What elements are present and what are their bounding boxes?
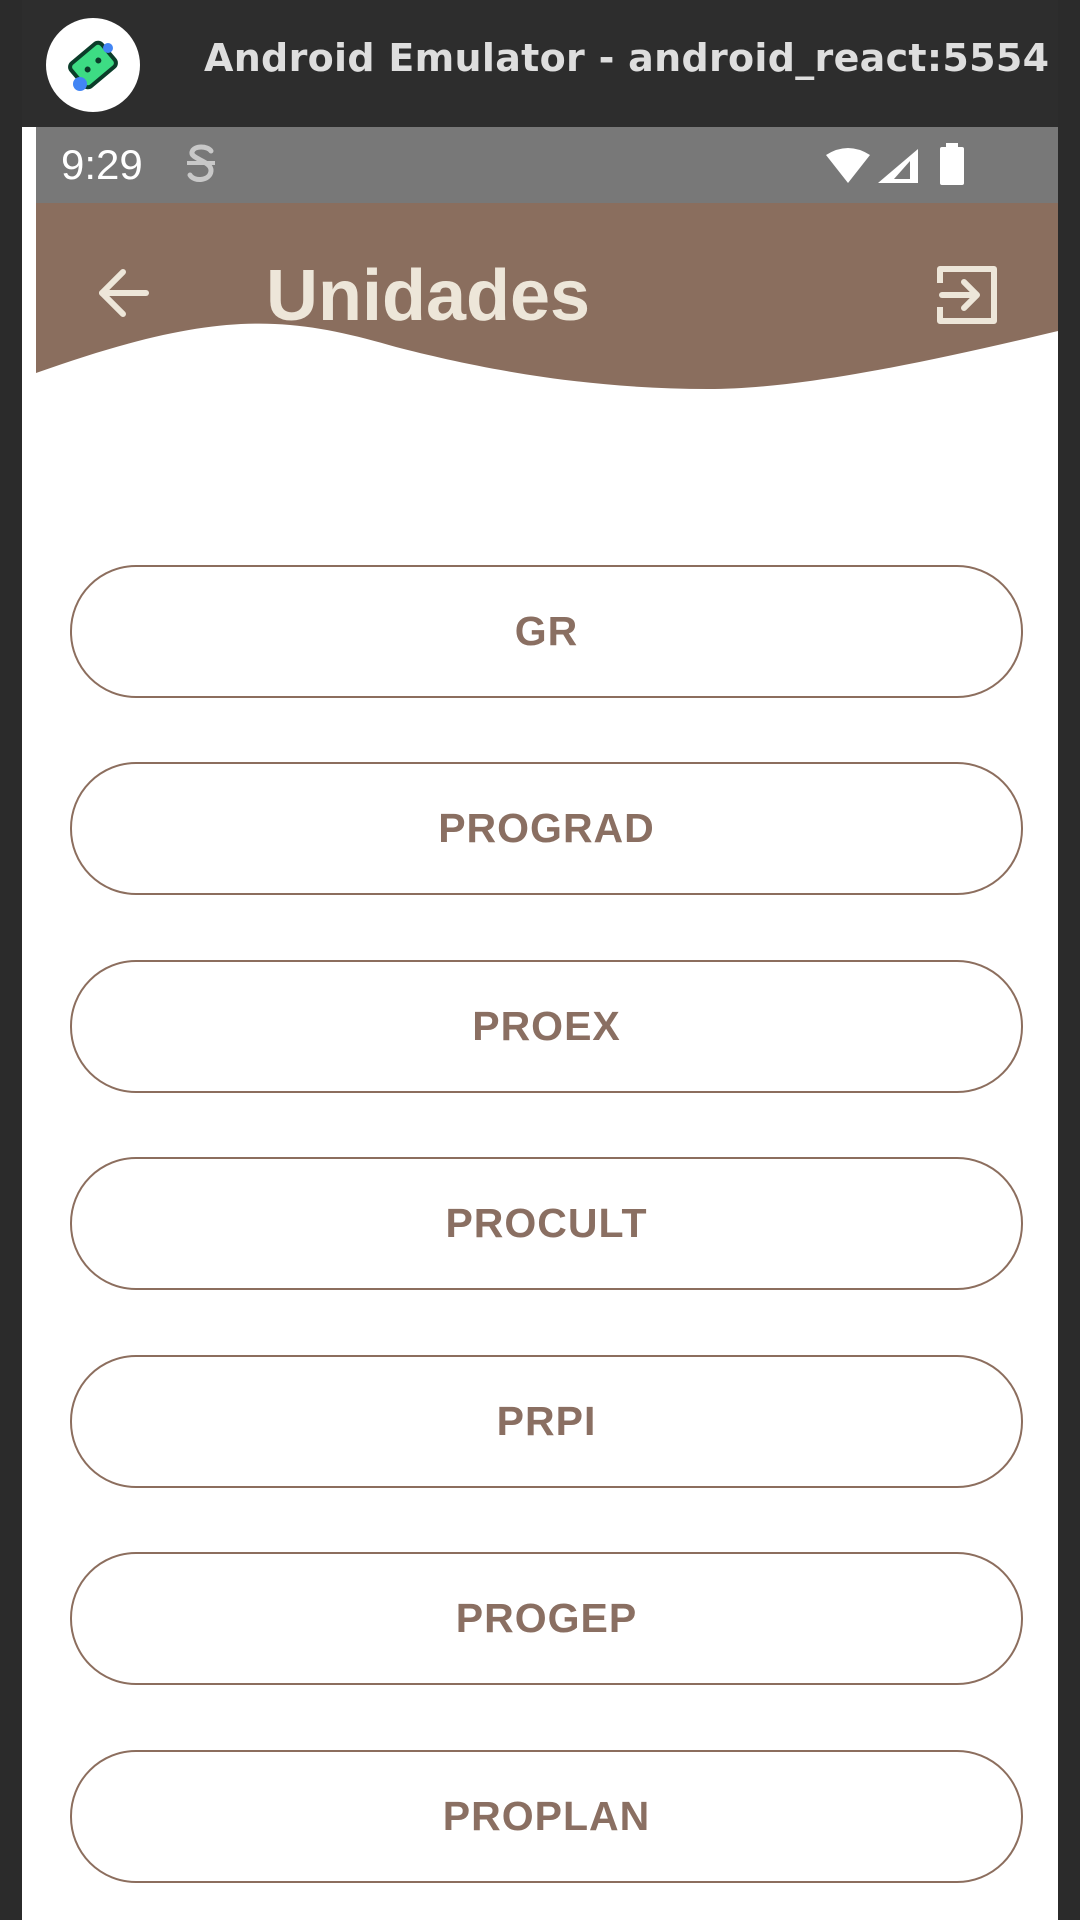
wifi-icon	[826, 148, 870, 183]
unit-button-label: GR	[514, 608, 579, 654]
cell-signal-icon	[878, 149, 918, 183]
unit-button-label: PRPI	[496, 1398, 597, 1444]
unit-button-label: PROGEP	[455, 1595, 638, 1641]
s-notification-icon	[187, 144, 215, 182]
unit-button-procult[interactable]: PROCULT	[70, 1157, 1023, 1290]
emulator-titlebar: Android Emulator - android_react:5554	[22, 0, 1058, 127]
status-time: 9:29	[61, 141, 143, 188]
emulator-window: Android Emulator - android_react:5554 9:…	[22, 0, 1058, 1920]
unit-button-label: PROEX	[472, 1003, 621, 1049]
device-screen: 9:29 Unidades GR PROGRAD PROEX PROCULT P…	[36, 127, 1058, 1920]
unit-button-proplan[interactable]: PROPLAN	[70, 1750, 1023, 1883]
logout-icon[interactable]	[936, 265, 998, 325]
battery-icon	[940, 143, 964, 185]
unit-button-prpi[interactable]: PRPI	[70, 1355, 1023, 1488]
android-emulator-logo-icon	[46, 18, 140, 112]
unit-button-gr[interactable]: GR	[70, 565, 1023, 698]
unit-button-prograd[interactable]: PROGRAD	[70, 762, 1023, 895]
unit-button-label: PROCULT	[445, 1200, 648, 1246]
unit-button-proex[interactable]: PROEX	[70, 960, 1023, 1093]
status-bar: 9:29	[36, 127, 1058, 203]
unit-button-label: PROGRAD	[438, 805, 655, 851]
unit-button-progep[interactable]: PROGEP	[70, 1552, 1023, 1685]
unit-button-label: PROPLAN	[442, 1793, 651, 1839]
app-header: Unidades	[36, 203, 1058, 403]
page-title: Unidades	[266, 256, 591, 336]
emulator-window-title: Android Emulator - android_react:5554	[204, 36, 1050, 80]
arrow-left-icon[interactable]	[96, 266, 150, 320]
